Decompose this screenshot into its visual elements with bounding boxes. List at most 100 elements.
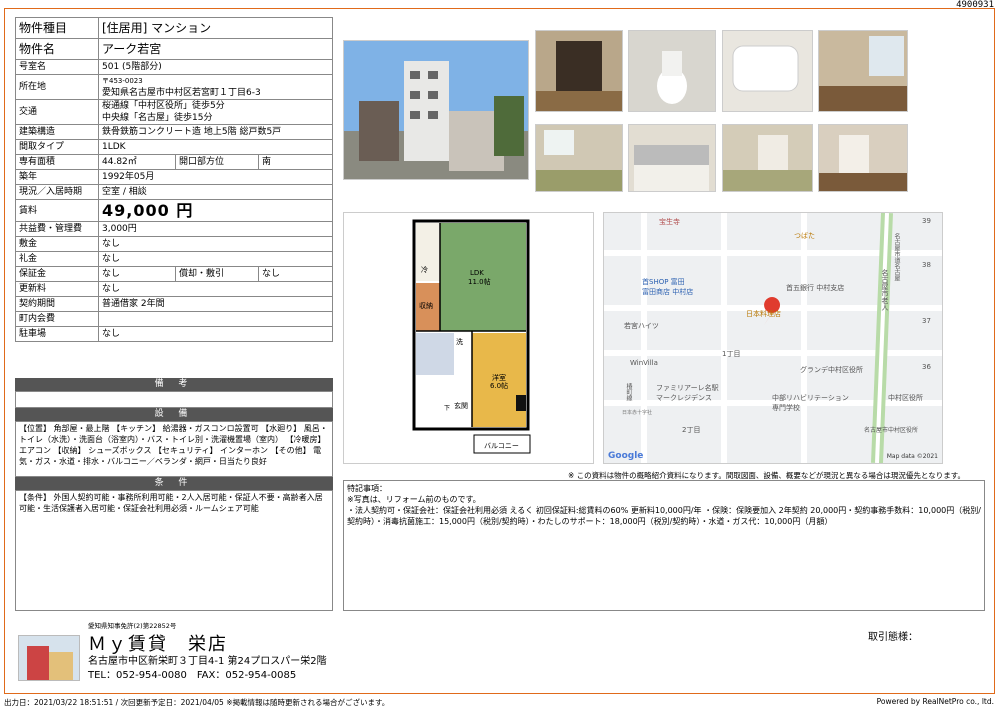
- document-id: 4900931: [956, 0, 994, 10]
- area-map[interactable]: 宝生寺 つばた 首SHOP 富田 富田商店 中村店 首五銀行 中村支店 若宮ハイ…: [603, 212, 943, 464]
- map-label-4: 富田商店 中村店: [642, 288, 694, 296]
- license-number: 愛知県知事免許(2)第22852号: [88, 622, 177, 630]
- map-number-36: 36: [922, 363, 931, 371]
- renewal-label: 更新料: [15, 281, 99, 297]
- output-date-note: 出力日：2021/03/22 18:51:51 / 次回更新予定日：2021/0…: [4, 698, 390, 707]
- powered-by: Powered by RealNetPro co., ltd.: [876, 697, 994, 706]
- renewal-value: なし: [98, 281, 333, 297]
- rei-label: 冷: [421, 266, 428, 274]
- map-label-5: 首五銀行 中村支店: [786, 284, 845, 292]
- sen-label: 洗: [456, 338, 463, 346]
- transaction-type: 取引態様：: [868, 632, 918, 643]
- map-label-8: 日本料理店: [746, 310, 781, 318]
- map-label-9: WinVilla: [630, 359, 658, 367]
- room-photo-1: [535, 30, 623, 112]
- traffic-line-2: 中央線「名古屋」徒歩15分: [102, 113, 213, 123]
- map-label-10: 1丁目: [722, 350, 741, 358]
- map-label-18: 名古屋市中村区役所: [864, 427, 919, 434]
- room-photo-7: [722, 124, 813, 192]
- fee-value: 3,000円: [98, 221, 333, 237]
- map-label-1: 宝生寺: [659, 218, 680, 226]
- special-notes-box: 特記事項： ※写真は、リフォーム前のものです。 ・法人契約可・保証会社：保証会社…: [343, 480, 985, 611]
- reikin-label: 礼金: [15, 251, 99, 267]
- map-label-17: 日本赤十字社: [622, 410, 653, 416]
- map-number-38: 38: [922, 261, 931, 269]
- built-value: 1992年05月: [98, 169, 333, 185]
- addr-value: 愛知県名古屋市中村区若宮町１丁目6-3: [102, 88, 261, 98]
- room-photo-8: [818, 124, 908, 192]
- company-tel-fax: TEL：052-954-0080 FAX：052-954-0085: [88, 670, 297, 681]
- chokai-label: 町内会費: [15, 311, 99, 327]
- building-photo: [343, 40, 529, 180]
- map-label-16: 中村区役所: [888, 394, 923, 402]
- fee-label: 共益費・管理費: [15, 221, 99, 237]
- joken-header: 条 件: [15, 477, 333, 490]
- layout-value: 1LDK: [98, 139, 333, 155]
- joken-text: 【条件】 外国人契約可能・事務所利用可能・2人入居可能・保証人不要・高齢者入居可…: [15, 490, 333, 611]
- biko-box: [15, 391, 333, 408]
- contract-value: 普通借家 2年間: [98, 296, 333, 312]
- map-label-20: 名古屋市道名古屋: [893, 233, 900, 281]
- name-value: アーク若宮: [98, 38, 333, 60]
- deposit-label: 保証金: [15, 266, 99, 282]
- room-label: 号室名: [15, 59, 99, 75]
- setsubi-header: 設 備: [15, 408, 333, 421]
- balcony-label: バルコニー: [484, 442, 519, 450]
- traffic-label: 交通: [15, 99, 99, 125]
- parking-value: なし: [98, 326, 333, 342]
- status-label: 現況／入居時期: [15, 184, 99, 200]
- ldk-size: 11.0帖: [468, 278, 491, 286]
- shikikin-label: 敷金: [15, 236, 99, 252]
- built-label: 築年: [15, 169, 99, 185]
- shokyaku-label: 償却・敷引: [175, 266, 259, 282]
- special-notes-title: 特記事項：: [347, 484, 387, 493]
- room-photo-2: [628, 30, 716, 112]
- type-value: [住居用] マンション: [98, 17, 333, 39]
- western-size: 6.0帖: [490, 382, 509, 390]
- google-logo: Google: [608, 451, 644, 461]
- floor-plan: LDK 11.0帖 洋室 6.0帖 冷 収納 洗 玄関 下 バルコニー: [343, 212, 594, 464]
- status-value: 空室 / 相談: [98, 184, 333, 200]
- parking-label: 駐車場: [15, 326, 99, 342]
- biko-header: 備 考: [15, 378, 333, 391]
- special-notes-line-2: ・法人契約可・保証会社：保証会社利用必須 えるく 初回保証料:総賃料の60% 更…: [347, 506, 981, 526]
- storage-label: 収納: [419, 302, 433, 310]
- structure-value: 鉄骨鉄筋コンクリート造 地上5階 総戸数5戸: [98, 124, 333, 140]
- room-photo-3: [722, 30, 813, 112]
- layout-label: 間取タイプ: [15, 139, 99, 155]
- map-label-15: 専門学校: [772, 404, 800, 412]
- rent-value: 49,000 円: [98, 199, 333, 222]
- company-address: 名古屋市中区新栄町３丁目4-1 第24プロスパー栄2階: [88, 656, 327, 667]
- map-label-14: 中部リハビリテーション: [772, 394, 849, 402]
- room-photo-6: [628, 124, 716, 192]
- addr-label: 所在地: [15, 74, 99, 100]
- map-number-39: 39: [922, 217, 931, 225]
- structure-label: 建築構造: [15, 124, 99, 140]
- shikikin-value: なし: [98, 236, 333, 252]
- direction-value: 南: [258, 154, 333, 170]
- map-label-3: 首SHOP 富田: [642, 278, 685, 286]
- room-value: 501 (5階部分): [98, 59, 333, 75]
- area-value: 44.82㎡: [98, 154, 176, 170]
- company-logo-photo: [18, 635, 80, 681]
- property-spec-table: 物件種目 [住居用] マンション 物件名 アーク若宮 号室名 501 (5階部分) 所…: [15, 17, 333, 342]
- map-label-6: 若宮ハイツ: [624, 322, 659, 330]
- traffic-line-1: 桜通線「中村区役所」徒歩5分: [102, 101, 225, 111]
- map-credit: Map data ©2021: [886, 453, 938, 460]
- setsubi-text: 【位置】 角部屋・最上階 【キッチン】 給湯器・ガスコンロ設置可 【水廻り】 風…: [15, 421, 333, 477]
- rent-label: 賃料: [15, 199, 99, 222]
- map-label-12: ファミリアーレ名駅: [656, 384, 719, 392]
- ldk-label: LDK: [470, 269, 484, 277]
- map-label-19: 2丁目: [682, 426, 701, 434]
- type-label: 物件種目: [15, 17, 99, 39]
- map-number-37: 37: [922, 317, 931, 325]
- room-photo-5: [535, 124, 623, 192]
- genkan-label: 玄関: [454, 402, 468, 410]
- name-label: 物件名: [15, 38, 99, 60]
- chokai-value: [98, 311, 333, 327]
- map-label-11: グランデ中村区役所: [800, 366, 863, 374]
- addr-zip: 〒453-0023: [102, 77, 143, 85]
- deposit-value: なし: [98, 266, 176, 282]
- room-photo-4: [818, 30, 908, 112]
- shokyaku-value: なし: [258, 266, 333, 282]
